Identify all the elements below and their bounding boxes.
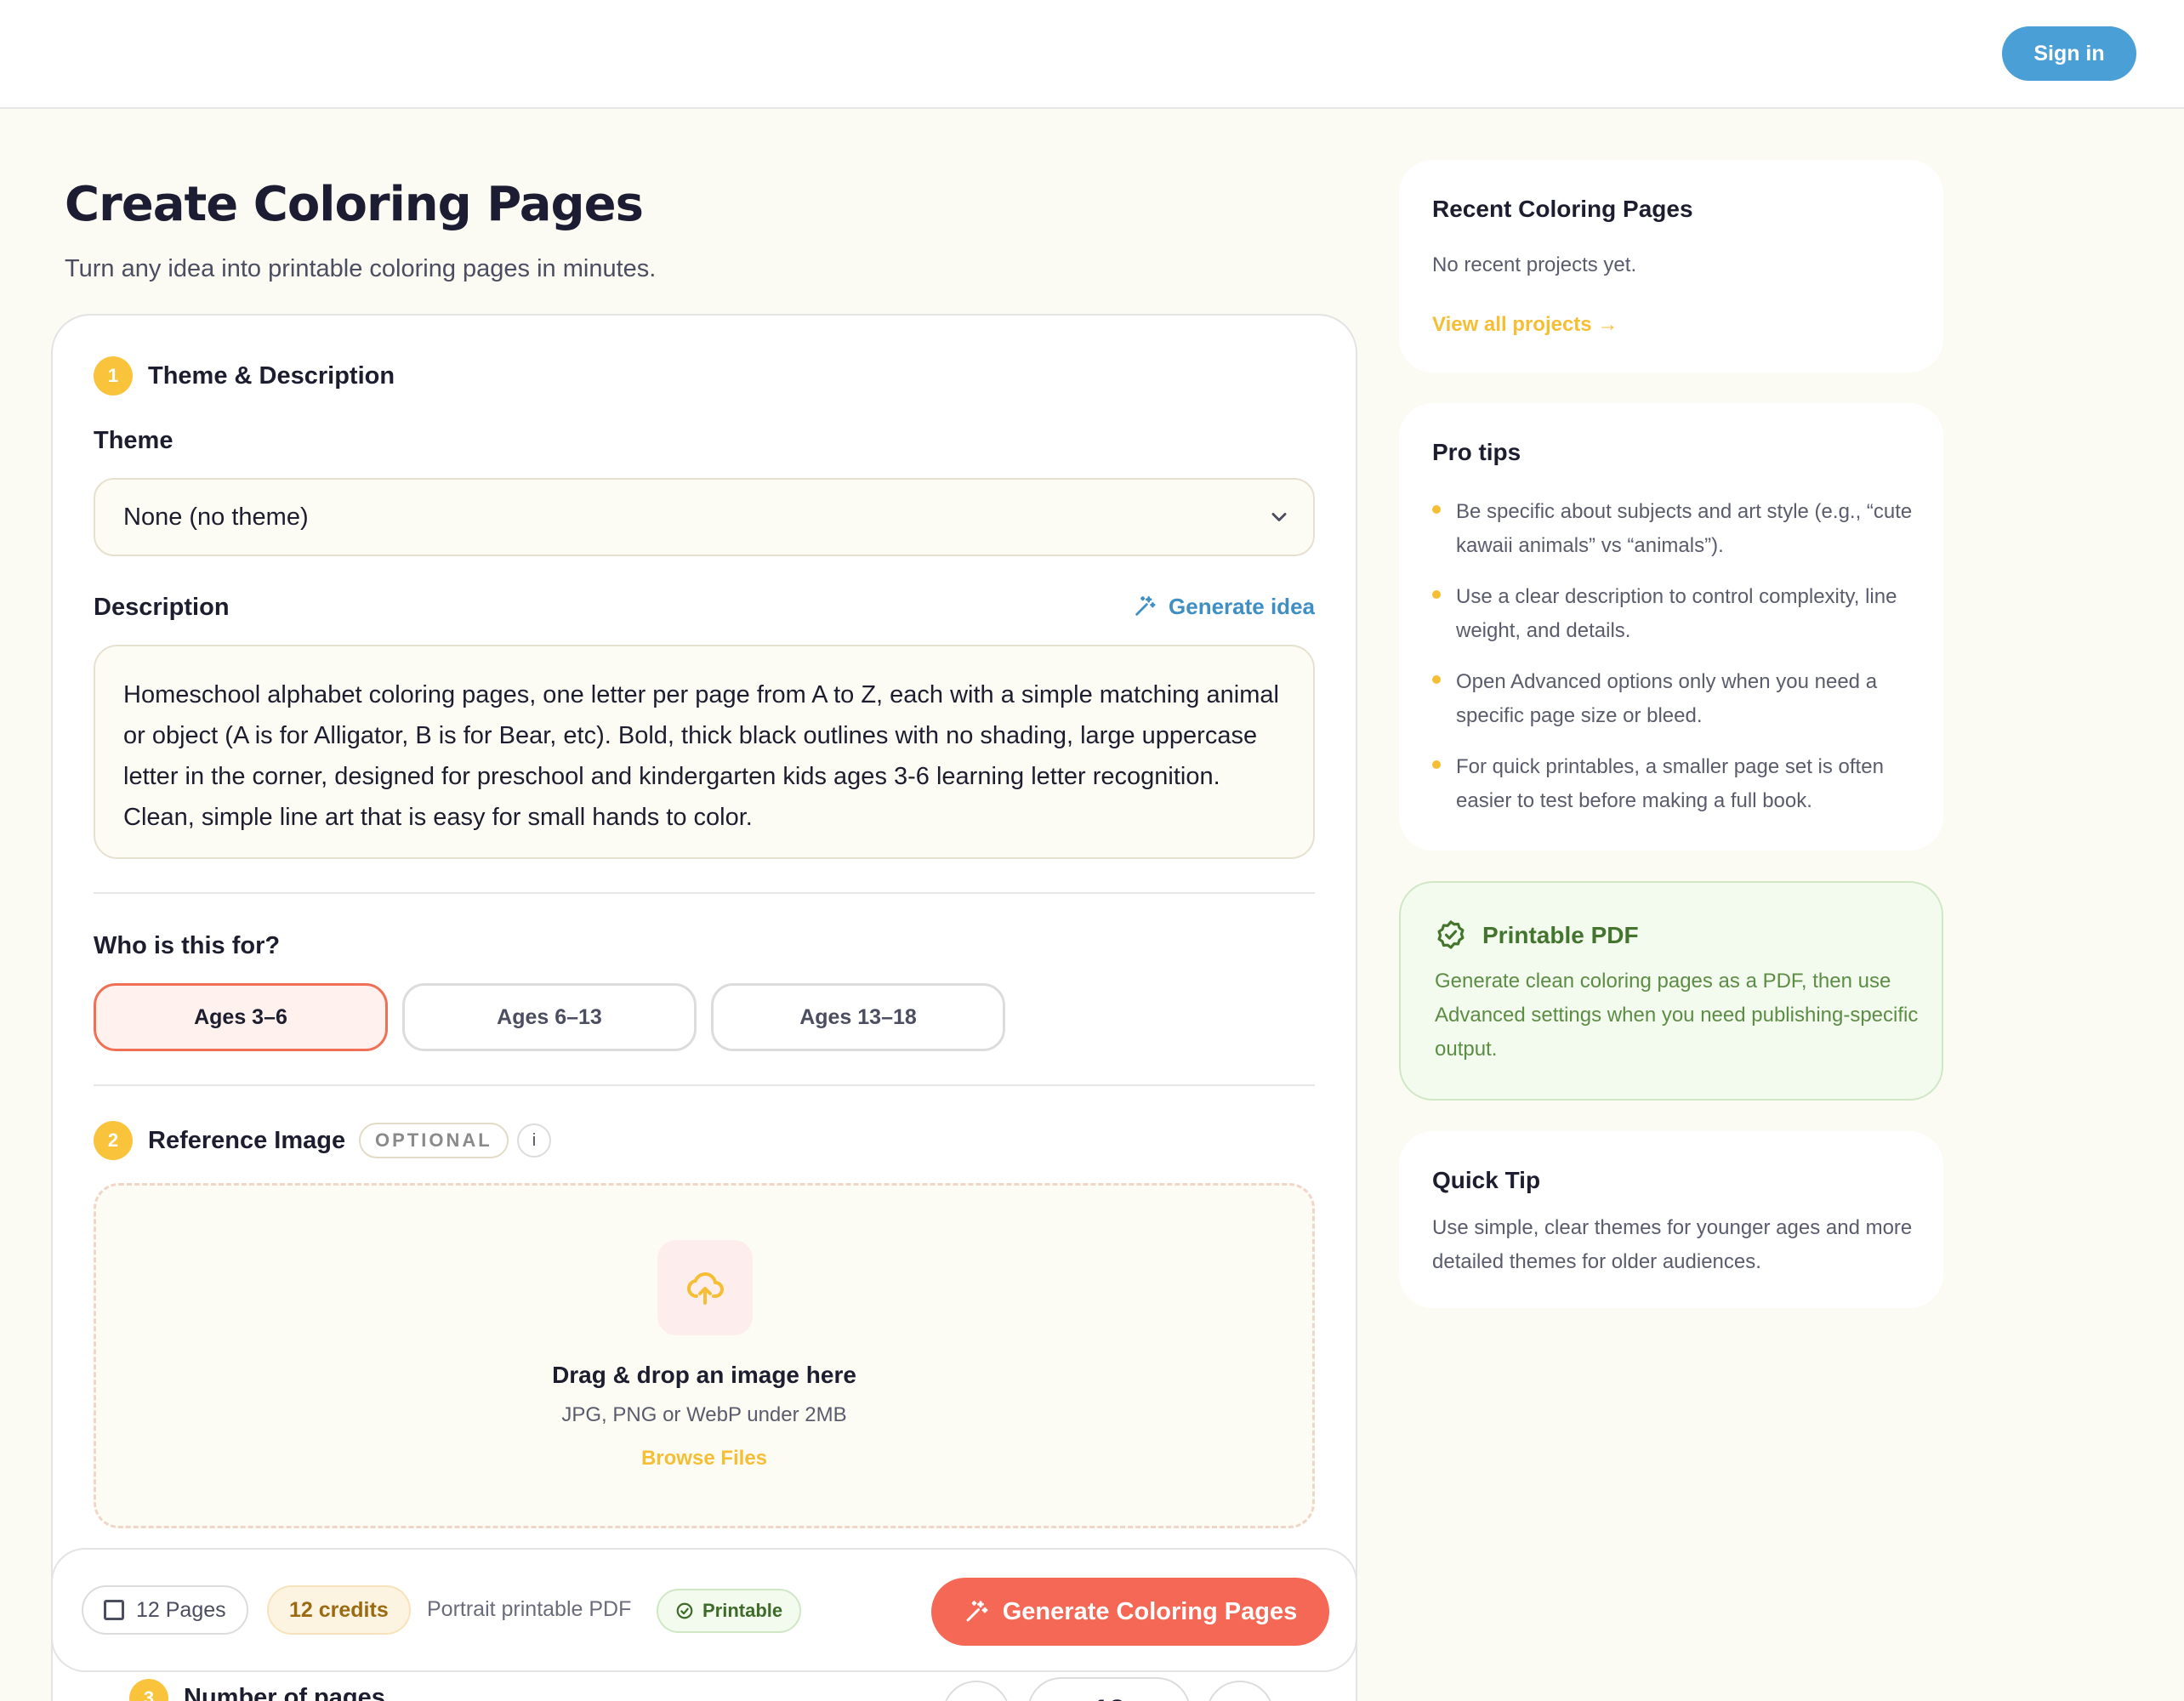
printable-badge: Printable	[657, 1589, 802, 1633]
tip-item: Use a clear description to control compl…	[1432, 580, 1917, 648]
quick-tip-title: Quick Tip	[1432, 1167, 1541, 1193]
printable-pdf-title: Printable PDF	[1482, 922, 1639, 948]
dropzone-subtitle: JPG, PNG or WebP under 2MB	[561, 1403, 847, 1426]
dropzone-title: Drag & drop an image here	[552, 1362, 856, 1388]
tip-item: Open Advanced options only when you need…	[1432, 665, 1917, 733]
recent-empty-text: No recent projects yet.	[1432, 253, 1637, 276]
divider	[94, 892, 1315, 894]
generate-coloring-pages-button[interactable]: Generate Coloring Pages	[931, 1578, 1329, 1646]
step-1-title: Theme & Description	[148, 362, 395, 390]
age-option-13-18[interactable]: Ages 13–18	[711, 983, 1005, 1051]
bullet-dot	[1432, 760, 1441, 769]
magic-wand-icon	[966, 1601, 988, 1622]
format-label: Portrait printable PDF	[427, 1597, 632, 1621]
divider	[94, 1084, 1315, 1086]
age-option-6-13[interactable]: Ages 6–13	[402, 983, 697, 1051]
page-title: Create Coloring Pages	[65, 177, 644, 232]
quick-tip-text: Use simple, clear themes for younger age…	[1432, 1216, 1913, 1273]
step-2-title: Reference Image	[148, 1127, 346, 1154]
info-icon[interactable]: i	[517, 1124, 551, 1158]
check-circle-icon	[676, 1602, 693, 1619]
browse-files-link[interactable]: Browse Files	[96, 1447, 1312, 1471]
printable-pdf-text: Generate clean coloring pages as a PDF, …	[1435, 970, 1919, 1061]
page-subtitle: Turn any idea into printable coloring pa…	[65, 255, 657, 282]
description-label: Description	[94, 594, 230, 621]
upload-cloud-icon	[657, 1240, 753, 1335]
quick-tip-card: Quick Tip Use simple, clear themes for y…	[1399, 1131, 1943, 1308]
bullet-dot	[1432, 505, 1441, 514]
pro-tips-title: Pro tips	[1432, 439, 1521, 465]
magic-wand-icon	[1135, 596, 1156, 616]
chevron-down-icon	[1271, 513, 1287, 521]
description-textarea[interactable]: Homeschool alphabet coloring pages, one …	[94, 645, 1315, 859]
generate-button-label: Generate Coloring Pages	[1002, 1597, 1298, 1625]
sign-in-button[interactable]: Sign in	[2002, 26, 2136, 81]
recent-title: Recent Coloring Pages	[1432, 196, 1693, 222]
pages-pill[interactable]: 12 Pages	[82, 1585, 248, 1635]
theme-label: Theme	[94, 427, 173, 454]
checkbox-icon	[104, 1600, 124, 1620]
tip-item: For quick printables, a smaller page set…	[1432, 750, 1917, 818]
bottom-action-bar: 12 Pages 12 credits Portrait printable P…	[51, 1548, 1357, 1672]
image-dropzone[interactable]: Drag & drop an image here JPG, PNG or We…	[94, 1183, 1315, 1528]
optional-badge: OPTIONAL	[359, 1123, 509, 1158]
bullet-dot	[1432, 675, 1441, 684]
top-bar: Sign in	[0, 0, 2184, 109]
generate-idea-label: Generate idea	[1169, 593, 1315, 619]
view-all-projects-link[interactable]: View all projects →	[1432, 313, 1618, 337]
step-2-badge: 2	[94, 1121, 133, 1160]
theme-select-value: None (no theme)	[123, 503, 309, 531]
recent-projects-card: Recent Coloring Pages No recent projects…	[1399, 160, 1943, 373]
pro-tips-card: Pro tips Be specific about subjects and …	[1399, 403, 1943, 850]
generate-idea-button[interactable]: Generate idea	[1133, 592, 1315, 621]
age-option-3-6[interactable]: Ages 3–6	[94, 983, 388, 1051]
pages-label: 12 Pages	[136, 1597, 226, 1622]
printable-label: Printable	[702, 1600, 783, 1621]
page-count-value[interactable]: 12	[1027, 1677, 1191, 1701]
bullet-dot	[1432, 590, 1441, 599]
step-3-title: Number of pages	[184, 1684, 385, 1701]
printable-pdf-card: Printable PDF Generate clean coloring pa…	[1399, 881, 1943, 1101]
step-1-badge: 1	[94, 356, 133, 395]
credits-pill: 12 credits	[267, 1585, 411, 1635]
tip-item: Be specific about subjects and art style…	[1432, 495, 1917, 563]
verified-badge-icon	[1437, 920, 1465, 949]
theme-select[interactable]: None (no theme)	[94, 478, 1315, 556]
audience-label: Who is this for?	[94, 932, 281, 959]
